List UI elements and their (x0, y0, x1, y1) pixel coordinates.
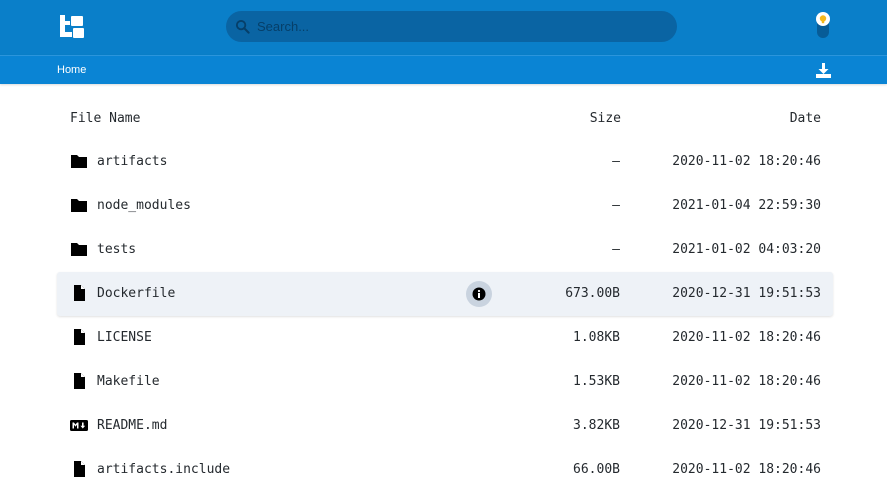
file-name[interactable]: artifacts.include (97, 462, 230, 477)
file-name[interactable]: tests (97, 242, 136, 257)
download-icon[interactable] (815, 62, 832, 79)
file-icon (70, 285, 88, 301)
file-icon (70, 461, 88, 477)
file-row[interactable]: LICENSE 1.08KB 2020-11-02 18:20:46 (57, 316, 833, 360)
file-size: 1.08KB (573, 330, 620, 345)
file-size: 66.00B (573, 462, 620, 477)
file-row[interactable]: artifacts.include 66.00B 2020-11-02 18:20:… (57, 448, 833, 492)
column-header-date[interactable]: Date (790, 111, 821, 126)
file-date: 2020-11-02 18:20:46 (672, 330, 821, 345)
folder-icon (70, 241, 88, 257)
file-size: — (612, 198, 620, 213)
file-date: 2020-12-31 19:51:53 (672, 418, 821, 433)
file-row[interactable]: artifacts — 2020-11-02 18:20:46 (57, 140, 833, 184)
breadcrumb-home[interactable]: Home (57, 64, 86, 76)
file-date: 2020-11-02 18:20:46 (672, 462, 821, 477)
file-size: — (612, 154, 620, 169)
file-name[interactable]: artifacts (97, 154, 167, 169)
folder-icon (70, 197, 88, 213)
column-header-size[interactable]: Size (590, 111, 621, 126)
file-icon (70, 329, 88, 345)
top-bar (0, 0, 887, 55)
file-row[interactable]: Dockerfile 673.00B 2020-12-31 19:51:53 (57, 272, 833, 316)
file-size: — (612, 242, 620, 257)
info-icon[interactable] (466, 281, 492, 307)
file-size: 1.53KB (573, 374, 620, 389)
file-row[interactable]: tests — 2021-01-02 04:03:20 (57, 228, 833, 272)
table-header: File Name Size Date (0, 104, 887, 134)
file-date: 2021-01-04 22:59:30 (672, 198, 821, 213)
file-icon (70, 373, 88, 389)
file-date: 2020-11-02 18:20:46 (672, 154, 821, 169)
theme-toggle-icon[interactable] (814, 10, 832, 40)
search-input[interactable] (257, 11, 657, 42)
breadcrumb-bar: Home (0, 55, 887, 84)
folder-icon (70, 153, 88, 169)
search-icon (235, 19, 250, 34)
file-name[interactable]: Makefile (97, 374, 160, 389)
file-row[interactable]: Makefile 1.53KB 2020-11-02 18:20:46 (57, 360, 833, 404)
file-date: 2020-11-02 18:20:46 (672, 374, 821, 389)
markdown-icon (70, 417, 88, 433)
app-logo-icon[interactable] (58, 13, 86, 41)
file-row[interactable]: README.md 3.82KB 2020-12-31 19:51:53 (57, 404, 833, 448)
search-bar[interactable] (226, 11, 677, 42)
file-name[interactable]: Dockerfile (97, 286, 175, 301)
file-name[interactable]: node_modules (97, 198, 191, 213)
file-date: 2021-01-02 04:03:20 (672, 242, 821, 257)
file-list: artifacts — 2020-11-02 18:20:46 node_module… (57, 140, 833, 492)
file-row[interactable]: node_modules — 2021-01-04 22:59:30 (57, 184, 833, 228)
file-name[interactable]: README.md (97, 418, 167, 433)
column-header-name[interactable]: File Name (70, 111, 140, 126)
file-date: 2020-12-31 19:51:53 (672, 286, 821, 301)
file-size: 673.00B (565, 286, 620, 301)
file-size: 3.82KB (573, 418, 620, 433)
file-name[interactable]: LICENSE (97, 330, 152, 345)
